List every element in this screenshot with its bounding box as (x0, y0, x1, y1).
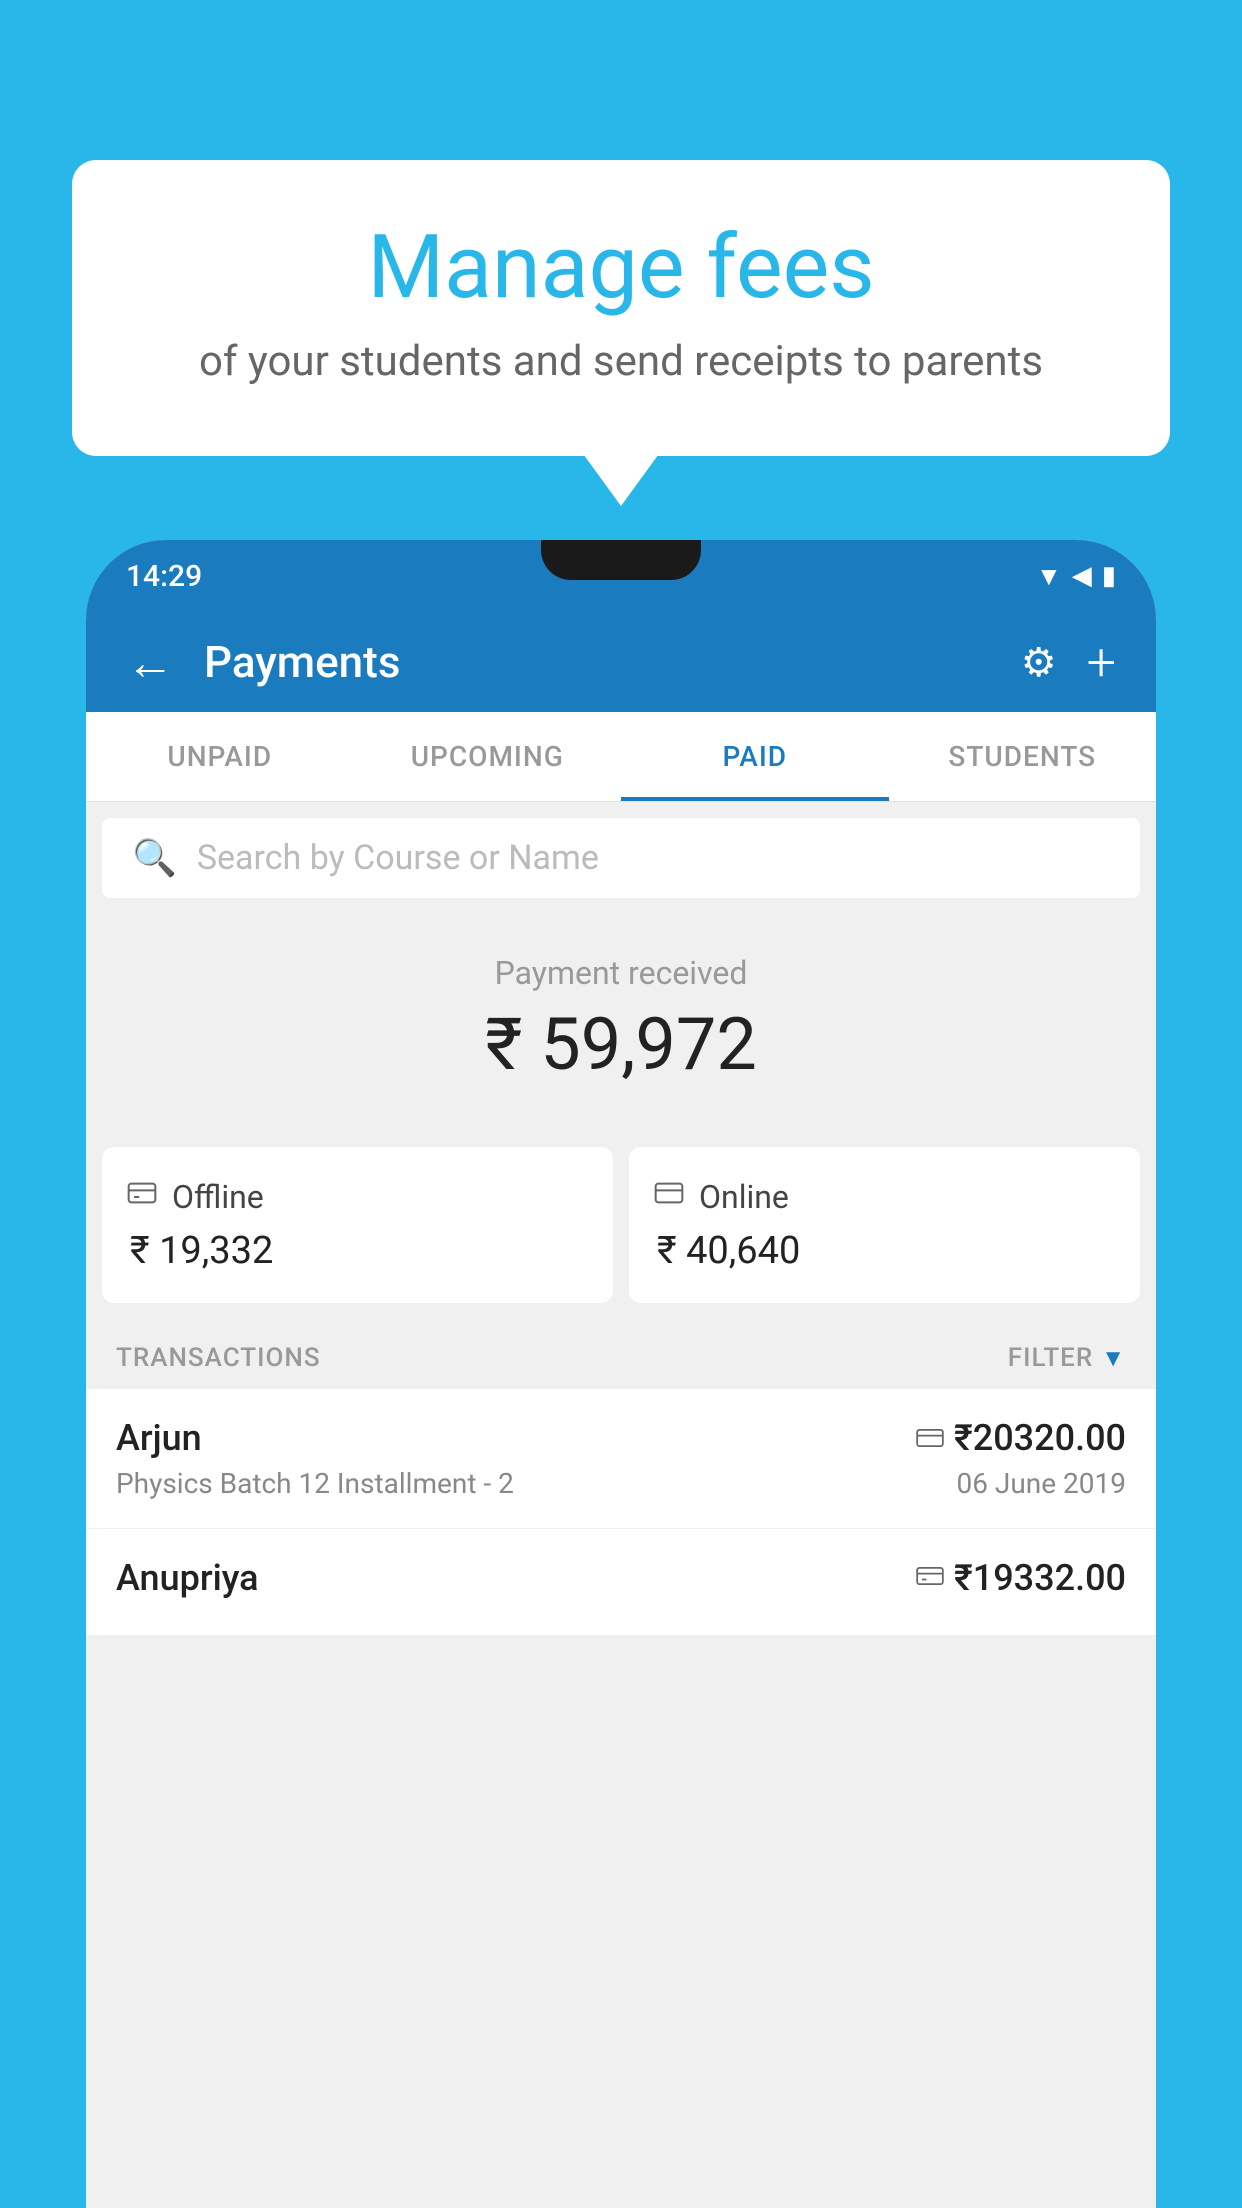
app-bar: ← Payments ⚙ + (86, 612, 1156, 712)
transaction-name: Anupriya (116, 1557, 259, 1599)
battery-icon: ▮ (1102, 561, 1116, 591)
table-row[interactable]: Anupriya ₹19332.00 (86, 1529, 1156, 1636)
status-bar: 14:29 ▼ ◀ ▮ (86, 540, 1156, 612)
card-icon (916, 1422, 944, 1455)
payment-received-label: Payment received (106, 954, 1136, 992)
app-bar-title: Payments (204, 636, 991, 688)
speech-bubble: Manage fees of your students and send re… (72, 160, 1170, 456)
transaction-amount-wrap: ₹20320.00 (916, 1417, 1126, 1459)
back-button[interactable]: ← (126, 634, 174, 691)
speech-bubble-subtitle: of your students and send receipts to pa… (152, 337, 1090, 386)
tab-unpaid[interactable]: UNPAID (86, 712, 354, 801)
tab-bar: UNPAID UPCOMING PAID STUDENTS (86, 712, 1156, 802)
transaction-amount: ₹20320.00 (954, 1417, 1126, 1459)
app-bar-actions: ⚙ + (1021, 632, 1116, 693)
app-content: 🔍 Search by Course or Name Payment recei… (86, 802, 1156, 2208)
online-icon (653, 1177, 685, 1217)
filter-icon: ▼ (1101, 1344, 1126, 1373)
phone-frame: 14:29 ▼ ◀ ▮ ← Payments ⚙ + UNPAID UPCOMI… (86, 540, 1156, 2208)
offline-card: Offline ₹ 19,332 (102, 1147, 613, 1303)
status-icons: ▼ ◀ ▮ (1036, 561, 1116, 592)
transaction-amount: ₹19332.00 (954, 1557, 1126, 1599)
payment-summary: Payment received ₹ 59,972 (86, 914, 1156, 1147)
cash-icon (916, 1562, 944, 1595)
wifi-icon: ▼ (1036, 561, 1062, 592)
offline-icon (126, 1177, 158, 1217)
payment-total-amount: ₹ 59,972 (106, 1002, 1136, 1087)
online-amount: ₹ 40,640 (653, 1229, 1116, 1273)
signal-icon: ◀ (1072, 561, 1092, 591)
tab-upcoming[interactable]: UPCOMING (354, 712, 622, 801)
online-label: Online (699, 1178, 789, 1216)
transaction-name: Arjun (116, 1417, 202, 1459)
phone-screen: 14:29 ▼ ◀ ▮ ← Payments ⚙ + UNPAID UPCOMI… (86, 540, 1156, 2208)
online-card: Online ₹ 40,640 (629, 1147, 1140, 1303)
tab-students[interactable]: STUDENTS (889, 712, 1157, 801)
transactions-label: TRANSACTIONS (116, 1343, 321, 1373)
tab-paid[interactable]: PAID (621, 712, 889, 801)
transaction-list: Arjun ₹20320.00 Physics (86, 1389, 1156, 1636)
search-icon: 🔍 (132, 837, 177, 879)
transaction-course: Physics Batch 12 Installment - 2 (116, 1467, 514, 1500)
search-input[interactable]: Search by Course or Name (197, 838, 599, 878)
add-button[interactable]: + (1087, 632, 1116, 693)
speech-bubble-title: Manage fees (152, 220, 1090, 317)
search-bar[interactable]: 🔍 Search by Course or Name (102, 818, 1140, 898)
transaction-date: 06 June 2019 (956, 1467, 1126, 1500)
speech-bubble-container: Manage fees of your students and send re… (72, 160, 1170, 456)
filter-button[interactable]: FILTER ▼ (1008, 1343, 1126, 1373)
offline-amount: ₹ 19,332 (126, 1229, 589, 1273)
payment-cards: Offline ₹ 19,332 Online ₹ 4 (86, 1147, 1156, 1323)
transactions-header: TRANSACTIONS FILTER ▼ (86, 1323, 1156, 1389)
table-row[interactable]: Arjun ₹20320.00 Physics (86, 1389, 1156, 1529)
offline-label: Offline (172, 1178, 264, 1216)
transaction-amount-wrap: ₹19332.00 (916, 1557, 1126, 1599)
settings-button[interactable]: ⚙ (1021, 639, 1057, 686)
status-time: 14:29 (126, 559, 202, 594)
